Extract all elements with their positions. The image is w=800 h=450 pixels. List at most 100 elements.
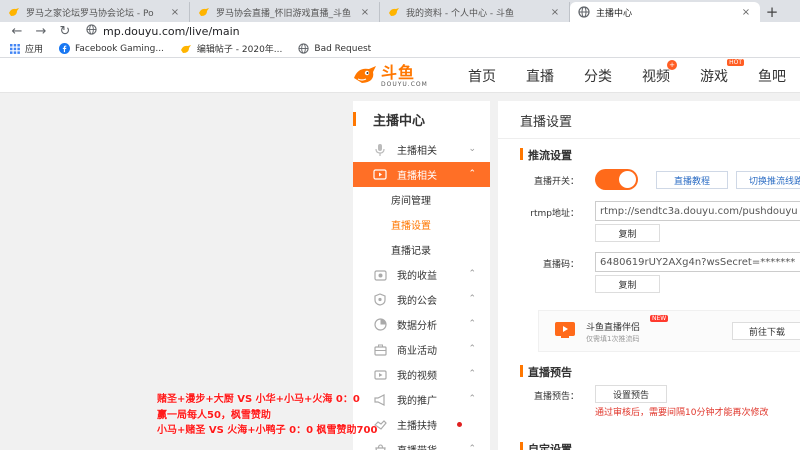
facebook-icon — [59, 43, 71, 54]
live-tutorial-button[interactable]: 直播教程 — [656, 171, 728, 189]
sidebar-item-label: 我的公会 — [397, 296, 437, 307]
douyu-logo[interactable]: 斗鱼 DOUYU.COM — [352, 64, 428, 89]
chevron-up-icon: ⌃ — [468, 169, 476, 179]
close-icon[interactable]: × — [740, 7, 752, 18]
sidebar-item-label: 主播相关 — [397, 146, 437, 157]
sidebar-subitem-live-settings[interactable]: 直播设置 — [353, 212, 490, 237]
tab-title: 主播中心 — [596, 8, 633, 19]
forward-button[interactable]: → — [32, 23, 50, 39]
stream-code-label: 直播码： — [542, 260, 579, 270]
bookmark-label: Facebook Gaming... — [75, 43, 164, 54]
reload-button[interactable]: ↻ — [56, 23, 74, 39]
copy-rtmp-button[interactable]: 复制 — [595, 224, 660, 242]
overlay-caption: 赌圣+漫步+大厨 VS 小华+小马+火海 0：0 — [157, 394, 360, 405]
close-icon[interactable]: × — [169, 7, 181, 18]
sidebar-item-promotion[interactable]: 我的推广 ⌃ — [353, 387, 490, 412]
megaphone-icon — [373, 393, 387, 407]
bookmark-apps[interactable]: 应用 — [10, 42, 43, 55]
sidebar-item-videos[interactable]: 我的视频 ⌃ — [353, 362, 490, 387]
new-tab-button[interactable]: + — [760, 2, 784, 22]
browser-toolbar: ← → ↻ mp.douyu.com/live/main — [0, 22, 800, 40]
chevron-up-icon: ⌃ — [468, 369, 476, 379]
nav-category[interactable]: 分类 — [584, 66, 612, 86]
logo-text: 斗鱼 DOUYU.COM — [381, 63, 428, 89]
chevron-up-icon: ⌃ — [468, 444, 476, 450]
logo-name: 斗鱼 — [381, 63, 416, 82]
main-panel: 直播设置 推流设置 直播开关： 直播教程 切换推流线路 rtmp地址： rtmp… — [498, 101, 800, 450]
address-bar[interactable]: mp.douyu.com/live/main — [80, 23, 240, 39]
nav-live[interactable]: 直播 — [526, 66, 554, 86]
url-text[interactable]: mp.douyu.com/live/main — [103, 25, 240, 38]
bookmark-label: Bad Request — [314, 43, 372, 54]
tab-title: 罗马之家论坛罗马协会论坛 - Po — [26, 8, 154, 19]
bookmarks-bar: 应用 Facebook Gaming... 编辑帖子 - 2020年... Ba… — [0, 40, 800, 58]
globe-icon — [86, 24, 97, 38]
chevron-down-icon: ⌄ — [468, 144, 476, 154]
bookmark-label: 应用 — [25, 45, 44, 55]
shopping-icon — [373, 443, 387, 450]
sidebar-item-business[interactable]: 商业活动 ⌃ — [353, 337, 490, 362]
apps-icon — [10, 43, 20, 54]
sidebar-item-label: 商业活动 — [397, 346, 437, 357]
close-icon[interactable]: × — [359, 7, 371, 18]
live-switch-toggle[interactable] — [595, 169, 638, 190]
video-badge: + — [667, 59, 677, 70]
nav-video[interactable]: 视频 + — [642, 59, 677, 86]
browser-tab[interactable]: 我的资料 - 个人中心 - 斗鱼 × — [380, 2, 570, 22]
hot-badge: HOT — [727, 58, 744, 66]
nav-games[interactable]: 游戏 HOT — [700, 58, 744, 86]
stream-code-field[interactable]: 6480619rUY2AXg4n?wsSecret=******* — [595, 252, 800, 272]
browser-tab-active[interactable]: 主播中心 × — [570, 2, 760, 22]
bookmark-facebook-gaming[interactable]: Facebook Gaming... — [59, 43, 164, 54]
sidebar-item-streamer[interactable]: 主播相关 ⌄ — [353, 137, 490, 162]
wallet-icon — [373, 268, 387, 282]
sidebar-subitem-room[interactable]: 房间管理 — [353, 187, 490, 212]
companion-app-icon — [554, 321, 576, 339]
sidebar-item-shopping[interactable]: 直播带货 ⌃ — [353, 437, 490, 450]
sidebar-item-income[interactable]: 我的收益 ⌃ — [353, 262, 490, 287]
page-title: 直播设置 — [520, 115, 573, 130]
bird-icon — [198, 6, 210, 18]
download-companion-button[interactable]: 前往下载 — [732, 322, 800, 340]
nav-fishbar[interactable]: 鱼吧 — [758, 66, 786, 86]
sidebar-item-guild[interactable]: 我的公会 ⌃ — [353, 287, 490, 312]
chevron-up-icon: ⌃ — [468, 394, 476, 404]
browser-tab[interactable]: 罗马协会直播_怀旧游戏直播_斗鱼 × — [190, 2, 380, 22]
browser-tab-strip: 罗马之家论坛罗马协会论坛 - Po × 罗马协会直播_怀旧游戏直播_斗鱼 × 我… — [0, 0, 800, 22]
bookmark-bad-request[interactable]: Bad Request — [298, 43, 371, 54]
sidebar-item-live[interactable]: 直播相关 ⌃ — [353, 162, 490, 187]
nav-home[interactable]: 首页 — [468, 66, 496, 86]
rtmp-address-field[interactable]: rtmp://sendtc3a.douyu.com/pushdouyu — [595, 201, 800, 221]
main-nav: 首页 直播 分类 视频 + 游戏 HOT 鱼吧 — [468, 58, 800, 93]
sidebar: 主播中心 主播相关 ⌄ 直播相关 ⌃ 房间管理 直播设置 直播记录 我的收益 ⌃… — [353, 101, 490, 450]
switch-push-line-button[interactable]: 切换推流线路 — [736, 171, 800, 189]
bookmark-edit-post[interactable]: 编辑帖子 - 2020年... — [180, 42, 282, 55]
sidebar-item-label: 我的视频 — [397, 371, 437, 382]
notification-dot — [457, 422, 462, 427]
sidebar-item-label: 数据分析 — [397, 321, 437, 332]
globe-icon — [578, 6, 590, 18]
sidebar-item-analytics[interactable]: 数据分析 ⌃ — [353, 312, 490, 337]
set-preview-button[interactable]: 设置预告 — [595, 385, 667, 403]
divider — [498, 138, 800, 139]
companion-name: 斗鱼直播伴侣 — [586, 323, 641, 333]
pie-chart-icon — [373, 318, 387, 332]
copy-code-button[interactable]: 复制 — [595, 275, 660, 293]
bird-icon — [8, 6, 20, 18]
close-icon[interactable]: × — [549, 7, 561, 18]
tab-title: 罗马协会直播_怀旧游戏直播_斗鱼 — [216, 8, 352, 19]
chevron-up-icon: ⌃ — [468, 344, 476, 354]
overlay-caption: 小马+赌圣 VS 火海+小鸭子 0：0 枫雪赞助700 — [157, 425, 378, 436]
sidebar-item-label: 主播扶持 — [397, 421, 437, 432]
fish-mascot-icon — [352, 64, 378, 89]
new-badge: NEW — [650, 315, 669, 322]
browser-tab[interactable]: 罗马之家论坛罗马协会论坛 - Po × — [0, 2, 190, 22]
companion-description: 仅需填1次推流码 — [586, 335, 640, 343]
sidebar-item-label: 我的推广 — [397, 396, 437, 407]
nav-games-label: 游戏 — [700, 68, 728, 85]
bookmark-label: 编辑帖子 - 2020年... — [196, 45, 283, 55]
toggle-knob — [619, 171, 636, 188]
back-button[interactable]: ← — [8, 23, 26, 39]
briefcase-icon — [373, 343, 387, 357]
sidebar-subitem-live-records[interactable]: 直播记录 — [353, 237, 490, 262]
